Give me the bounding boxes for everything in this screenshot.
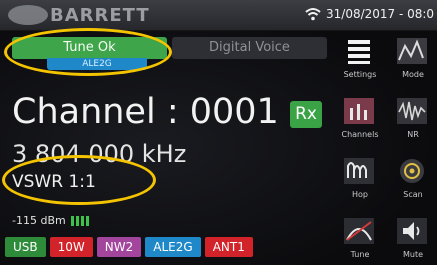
hop-button[interactable]: Hop [338, 154, 382, 204]
top-bar: BARRETT 31/08/2017 - 08:0 [0, 0, 437, 31]
vswr-readout: VSWR 1:1 [12, 172, 96, 192]
ale-tab[interactable]: ALE2G [47, 58, 147, 70]
settings-icon [348, 40, 370, 64]
scan-label: Scan [403, 190, 423, 199]
channels-button[interactable]: Channels [338, 94, 382, 144]
signal-bars-icon [70, 215, 89, 226]
tune-icon [344, 218, 374, 244]
brand-name: BARRETT [50, 4, 150, 26]
chip-network[interactable]: NW2 [96, 237, 142, 257]
channel-readout[interactable]: Channel : 0001 [12, 92, 279, 132]
mute-button[interactable]: Mute [391, 214, 435, 264]
logo-emblem-icon [8, 5, 48, 25]
mute-label: Mute [402, 250, 424, 259]
mode-label: Mode [402, 70, 424, 79]
mode-icon [397, 38, 427, 64]
chip-antenna[interactable]: ANT1 [204, 237, 253, 257]
settings-label: Settings [343, 70, 377, 79]
brand-logo: BARRETT [8, 4, 150, 26]
scan-icon [400, 159, 424, 183]
signal-level: -115 dBm [12, 214, 66, 227]
tune-label: Tune [350, 250, 370, 259]
speaker-icon [397, 218, 427, 244]
signal-meter: -115 dBm [12, 214, 89, 227]
chip-ale[interactable]: ALE2G [145, 237, 201, 257]
digital-voice-tab[interactable]: Digital Voice [172, 37, 327, 59]
chip-power[interactable]: 10W [49, 237, 93, 257]
tune-status-tab[interactable]: Tune Ok [12, 37, 167, 59]
wifi-icon [305, 8, 321, 21]
mode-button[interactable]: Mode [391, 34, 435, 84]
noise-reduction-icon [397, 98, 427, 124]
hop-icon [344, 158, 374, 184]
chip-usb[interactable]: USB [5, 237, 46, 257]
rx-badge: Rx [290, 101, 322, 128]
status-chips: USB 10W NW2 ALE2G ANT1 [5, 237, 253, 257]
side-panel: Settings Mode Channels NR Hop Scan Tune … [334, 32, 437, 265]
radio-screen: BARRETT 31/08/2017 - 08:0 Tune Ok ALE2G … [0, 0, 437, 265]
hop-label: Hop [352, 190, 368, 199]
channels-label: Channels [341, 130, 379, 139]
nr-label: NR [407, 130, 419, 139]
frequency-readout[interactable]: 3 804 000 kHz [12, 140, 186, 168]
settings-button[interactable]: Settings [338, 34, 382, 84]
nr-button[interactable]: NR [391, 94, 435, 144]
scan-button[interactable]: Scan [391, 154, 435, 204]
channels-icon [344, 98, 374, 124]
tune-button[interactable]: Tune [338, 214, 382, 264]
date-time: 31/08/2017 - 08:0 [326, 7, 435, 21]
